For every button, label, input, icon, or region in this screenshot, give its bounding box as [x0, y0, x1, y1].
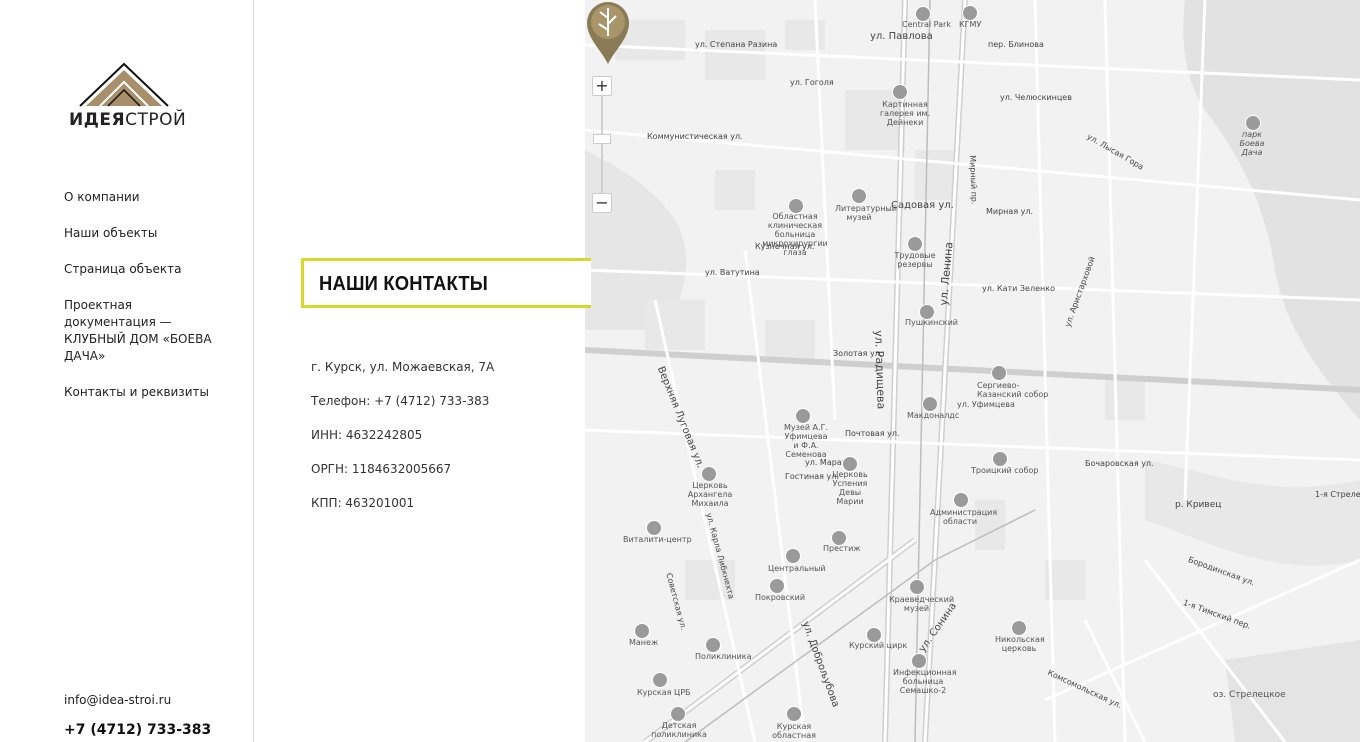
zoom-in-button[interactable]: +	[592, 76, 612, 96]
nav-item-object-page[interactable]: Страница объекта	[64, 261, 224, 278]
street-label: ул. Степана Разина	[695, 40, 778, 49]
main-nav: О компании Наши объекты Страница объекта…	[64, 189, 224, 420]
logo[interactable]: ИДЕЯСТРОЙ	[66, 62, 186, 132]
street-label: ул. Гоголя	[790, 78, 834, 87]
poi-label: Картинная галерея им. Дейнеки	[879, 100, 931, 127]
poi-label: Виталити-центр	[623, 535, 692, 544]
poi-label: Детская поликлиника	[651, 721, 707, 739]
poi-marker[interactable]	[670, 706, 686, 722]
poi-marker[interactable]	[953, 492, 969, 508]
poi-label: Покровский	[755, 593, 806, 602]
street-label: ул. Челюскинцев	[1000, 93, 1072, 102]
footer-phone[interactable]: +7 (4712) 733-383	[64, 722, 211, 738]
poi-label: Музей А.Г. Уфимцева и Ф.А. Семенова	[784, 423, 828, 459]
street-label: пер. Блинова	[988, 40, 1044, 49]
poi-label: Макдоналдс	[907, 411, 960, 420]
address-text: г. Курск, ул. Можаевская, 7А	[311, 360, 495, 374]
poi-marker[interactable]	[786, 706, 802, 722]
street-label: Бочаровская ул.	[1085, 459, 1154, 468]
poi-marker[interactable]	[922, 396, 938, 412]
poi-marker[interactable]	[907, 236, 923, 252]
poi-label: Курская ЦРБ	[637, 688, 691, 697]
contacts-section: НАШИ КОНТАКТЫ г. Курск, ул. Можаевская, …	[254, 0, 591, 742]
poi-label: Пушкинский	[905, 318, 958, 327]
poi-label: ул. Уфимцева	[957, 400, 1015, 409]
street-label: ул. Кати Зеленко	[982, 284, 1055, 293]
poi-label: парк Боева Дача	[1239, 130, 1265, 157]
street-label: Садовая ул.	[891, 200, 954, 211]
contacts-heading-box: НАШИ КОНТАКТЫ	[301, 258, 591, 308]
poi-label: Сергиево-Казанский собор	[977, 381, 1049, 399]
inn-text: ИНН: 4632242805	[311, 428, 423, 442]
poi-marker[interactable]	[909, 579, 925, 595]
street-label: ул. Ватутина	[705, 268, 760, 277]
map[interactable]: + − ул. Павлова ул. Степана Разина ул. Г…	[585, 0, 1360, 742]
poi-label: Администрация области	[930, 508, 998, 526]
nav-item-objects[interactable]: Наши объекты	[64, 225, 224, 242]
phone-text: Телефон: +7 (4712) 733-383	[311, 394, 490, 408]
street-label: ул. Радищева	[872, 330, 888, 410]
poi-label: оз. Стрелецкое	[1213, 690, 1286, 700]
poi-label: Трудовые резервы	[894, 251, 936, 269]
poi-label: Курская областная дума	[772, 722, 816, 742]
street-label: Золотая ул.	[833, 349, 883, 358]
poi-label: Престиж	[823, 544, 861, 553]
zoom-slider[interactable]	[592, 96, 612, 193]
nav-item-about[interactable]: О компании	[64, 189, 224, 206]
poi-label: Церковь Успения Девы Марии	[832, 470, 868, 506]
map-canvas	[585, 0, 1360, 742]
poi-marker[interactable]	[634, 623, 650, 639]
poi-label: Central Park	[902, 20, 951, 29]
poi-marker[interactable]	[646, 520, 662, 536]
street-label: ул. Павлова	[870, 31, 933, 42]
poi-marker[interactable]	[962, 5, 978, 21]
poi-marker[interactable]	[769, 578, 785, 594]
poi-marker[interactable]	[911, 653, 927, 669]
office-location-pin-icon[interactable]	[585, 0, 631, 66]
nav-item-project-docs[interactable]: Проектная документация — КЛУБНЫЙ ДОМ «БО…	[64, 297, 224, 365]
poi-marker[interactable]	[705, 637, 721, 653]
zoom-slider-track	[601, 96, 603, 193]
logo-text: ИДЕЯСТРОЙ	[69, 110, 187, 130]
street-label: 1-я Стрелецкая	[1315, 490, 1360, 499]
ogrn-text: ОРГН: 1184632005667	[311, 462, 452, 476]
poi-marker[interactable]	[785, 548, 801, 564]
poi-label: Краеведческий музей	[889, 595, 955, 613]
sidebar: ИДЕЯСТРОЙ О компании Наши объекты Страни…	[0, 0, 254, 742]
poi-marker[interactable]	[1245, 115, 1261, 131]
kpp-text: КПП: 463201001	[311, 496, 415, 510]
poi-label: Литературный музей	[835, 204, 897, 222]
poi-marker[interactable]	[991, 365, 1007, 381]
poi-label: Курский цирк	[849, 641, 908, 650]
poi-label: Манеж	[629, 638, 659, 647]
poi-label: Церковь Архангела Михаила	[687, 481, 733, 508]
nav-item-contacts[interactable]: Контакты и реквизиты	[64, 384, 224, 401]
footer-email[interactable]: info@idea-stroi.ru	[64, 693, 171, 707]
page-title: НАШИ КОНТАКТЫ	[319, 273, 488, 295]
street-label: р. Кривец	[1175, 500, 1222, 510]
poi-label: Никольская церковь	[995, 635, 1045, 653]
map-zoom-control: + −	[592, 76, 612, 213]
poi-marker[interactable]	[851, 188, 867, 204]
poi-label: Областная клиническая больница микрохиру…	[762, 212, 828, 257]
poi-marker[interactable]	[892, 84, 908, 100]
poi-marker[interactable]	[701, 466, 717, 482]
poi-label: КГМУ	[959, 20, 982, 29]
poi-label: Центральный	[768, 564, 826, 573]
street-label: Мирная ул.	[986, 207, 1034, 216]
logo-roof-icon	[79, 62, 169, 107]
street-label: Коммунистическая ул.	[647, 132, 743, 141]
poi-label: Троицкий собор	[971, 466, 1039, 475]
street-label: Мирный пр.	[968, 155, 979, 205]
zoom-slider-thumb[interactable]	[593, 134, 611, 144]
poi-marker[interactable]	[992, 451, 1008, 467]
poi-label: Поликлиника	[695, 652, 752, 661]
zoom-out-button[interactable]: −	[592, 193, 612, 213]
street-label: Почтовая ул.	[845, 429, 900, 438]
poi-label: Инфекционная больница Семашко-2	[893, 668, 957, 695]
poi-marker[interactable]	[652, 672, 668, 688]
contacts-info: г. Курск, ул. Можаевская, 7А Телефон: +7…	[311, 360, 494, 530]
poi-marker[interactable]	[1011, 620, 1027, 636]
poi-marker[interactable]	[795, 408, 811, 424]
